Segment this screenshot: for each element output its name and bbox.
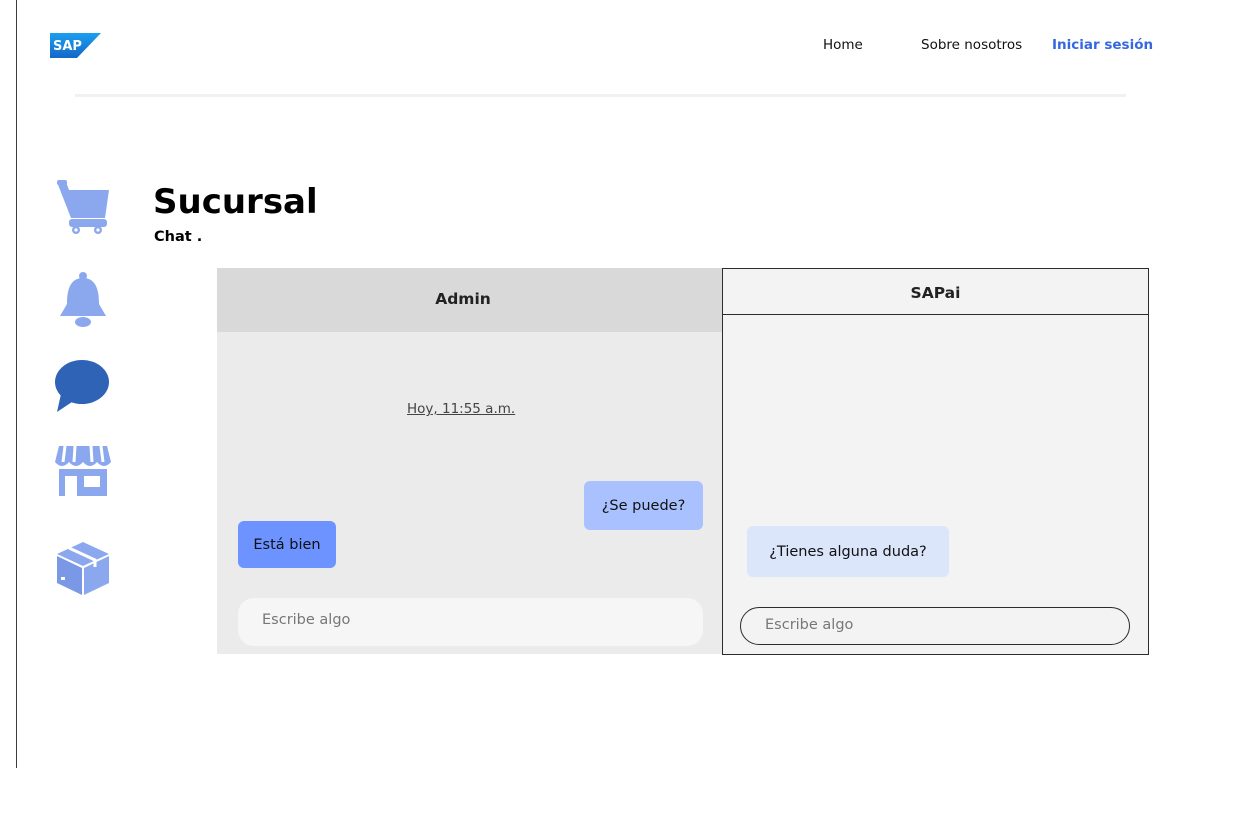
sap-logo[interactable]: SAP xyxy=(50,33,101,58)
store-icon[interactable] xyxy=(55,444,111,498)
nav-home-link[interactable]: Home xyxy=(823,37,863,53)
bell-icon[interactable] xyxy=(55,270,111,328)
header-divider xyxy=(75,94,1126,97)
cart-icon[interactable] xyxy=(55,178,111,236)
admin-message-input[interactable]: Escribe algo xyxy=(238,598,703,646)
received-message-bubble: Está bien xyxy=(238,521,336,568)
box-icon[interactable] xyxy=(55,540,111,596)
ai-message-bubble: ¿Tienes alguna duda? xyxy=(747,526,949,577)
sapai-chat-header: SAPai xyxy=(723,269,1148,315)
page-frame-line xyxy=(16,0,17,768)
admin-input-placeholder: Escribe algo xyxy=(262,612,351,628)
sapai-message-input[interactable]: Escribe algo xyxy=(740,607,1130,645)
sent-message-bubble: ¿Se puede? xyxy=(584,481,703,530)
page-subtitle: Chat . xyxy=(154,229,203,245)
sapai-chat-panel: SAPai ¿Tienes alguna duda? Escribe algo xyxy=(722,268,1149,655)
nav-about-link[interactable]: Sobre nosotros xyxy=(921,37,1022,53)
page-title: Sucursal xyxy=(153,182,318,222)
sapai-input-placeholder: Escribe algo xyxy=(765,617,854,633)
chat-icon[interactable] xyxy=(55,358,111,414)
sapai-chat-title: SAPai xyxy=(910,284,961,302)
admin-chat-header: Admin xyxy=(217,268,722,332)
admin-chat-panel: Admin Hoy, 11:55 a.m. ¿Se puede? Está bi… xyxy=(217,268,722,654)
chat-timestamp[interactable]: Hoy, 11:55 a.m. xyxy=(407,401,515,417)
logo-text: SAP xyxy=(53,39,82,54)
nav-login-link[interactable]: Iniciar sesión xyxy=(1052,37,1153,53)
admin-chat-title: Admin xyxy=(435,290,491,308)
